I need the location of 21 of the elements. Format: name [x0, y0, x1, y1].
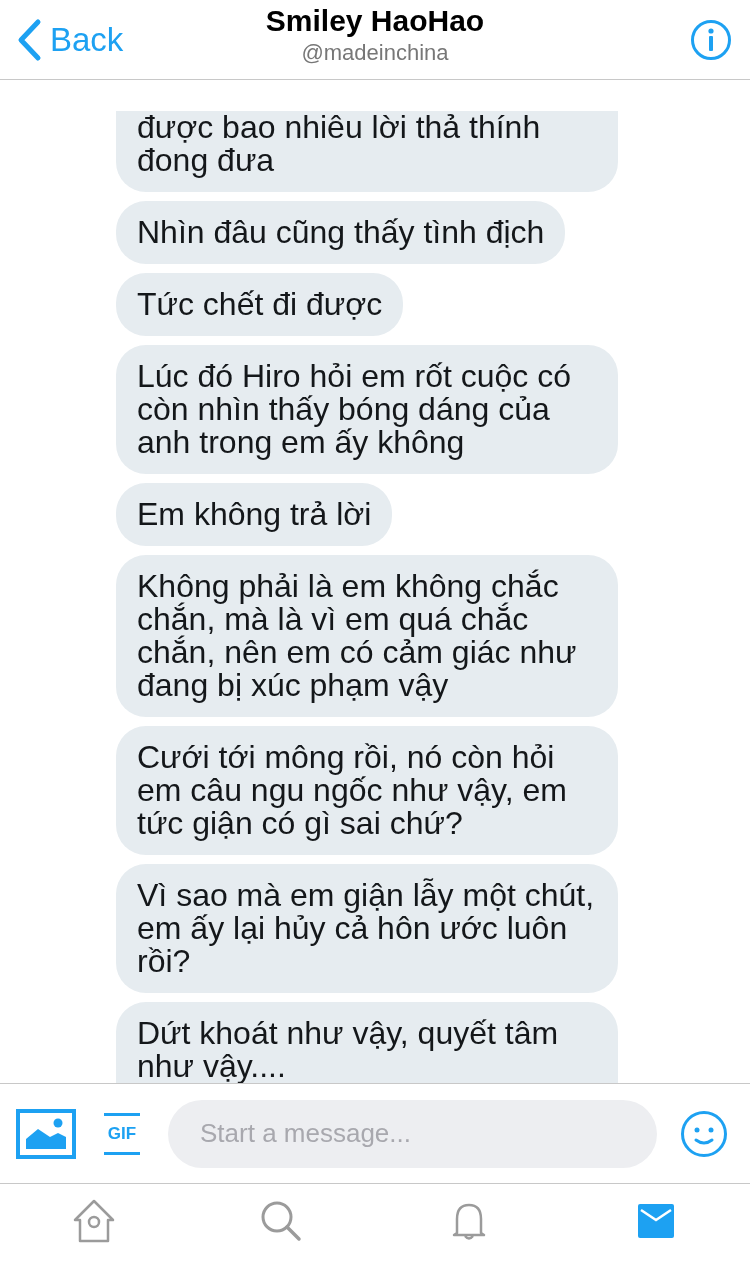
message-bubble: Nhìn đâu cũng thấy tình địch [116, 201, 566, 264]
message-bubble: Dứt khoát như vậy, quyết tâm như vậy.... [116, 1002, 618, 1083]
message-bubble: Không phải là em không chắc chắn, mà là vì em quá chắc chắn, nên em có cảm giác như đang bị xúc phạm vậy [116, 555, 618, 717]
back-button[interactable]: Back [16, 17, 124, 62]
envelope-icon[interactable] [638, 1204, 675, 1238]
image-icon[interactable] [16, 1108, 76, 1159]
message-input[interactable]: Start a message... [168, 1099, 657, 1168]
conversation-title: Smiley HaoHao [265, 4, 485, 38]
message-bubble: Vì sao mà em giận lẫy một chút, em ấy lại hủy cả hôn ước luôn rồi? [116, 864, 618, 993]
emoji-icon[interactable] [680, 1109, 728, 1158]
search-icon[interactable] [260, 1200, 303, 1242]
message-bubble: Lúc đó Hiro hỏi em rốt cuộc có còn nhìn thấy bóng dáng của anh trong em ấy không [116, 345, 618, 474]
chevron-left-icon [16, 17, 42, 62]
message-bubble: Em không trả lời [116, 483, 393, 546]
user-handle: @madeinchina [301, 40, 449, 66]
info-icon[interactable] [690, 18, 732, 61]
gif-button[interactable]: GIF [104, 1112, 140, 1155]
message-bubble: được bao nhiêu lời thả thính đong đưa [116, 111, 618, 192]
message-bubble: Tức chết đi được [116, 273, 404, 336]
home-icon[interactable] [71, 1198, 116, 1244]
message-bubble: Cưới tới mông rồi, nó còn hỏi em câu ngu ngốc như vậy, em tức giận có gì sai chứ? [116, 726, 618, 855]
